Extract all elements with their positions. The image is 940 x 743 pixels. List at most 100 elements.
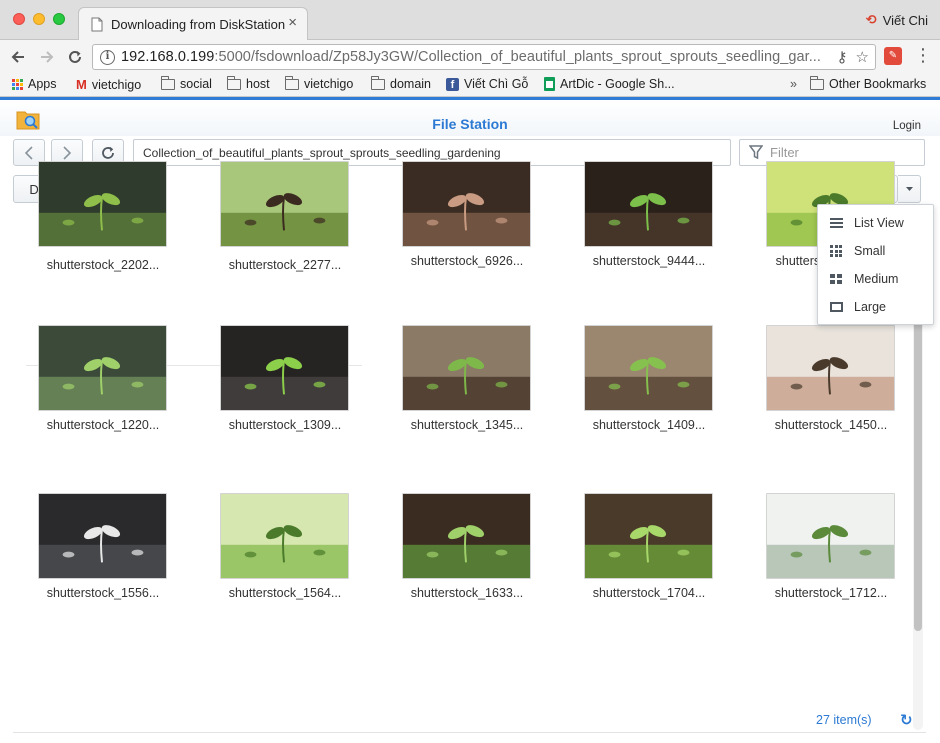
menu-item-list-view[interactable]: List View (818, 209, 933, 237)
file-thumbnail[interactable] (766, 325, 895, 411)
file-thumbnail[interactable] (766, 493, 895, 579)
bookmark-other[interactable]: Other Bookmarks (810, 75, 926, 91)
folder-icon (227, 75, 241, 90)
file-name: shutterstock_9444... (592, 254, 706, 268)
sheets-icon (544, 77, 555, 91)
file-item[interactable]: shutterstock_1712... (746, 493, 906, 623)
facebook-icon: f (446, 77, 459, 91)
file-thumbnail[interactable] (584, 493, 713, 579)
bookmarks-bar: Apps M vietchigo social host vietchigo d… (0, 73, 940, 97)
forward-icon[interactable] (36, 46, 58, 68)
close-tab-icon[interactable]: × (288, 15, 297, 30)
file-item[interactable]: shutterstock_1450... (746, 325, 906, 455)
medium-icons-icon (830, 274, 842, 284)
item-count: 27 item(s) (816, 713, 872, 727)
apps-icon (12, 78, 23, 90)
folder-icon (285, 75, 299, 90)
file-name: shutterstock_1704... (592, 586, 706, 600)
minimize-window-button[interactable] (33, 13, 45, 25)
file-name: shutterstock_1220... (46, 418, 160, 432)
file-item[interactable]: shutterstock_2277... (200, 161, 360, 291)
file-name: shutterstock_2202... (46, 258, 160, 272)
file-item[interactable]: shutterstock_1409... (564, 325, 724, 455)
address-bar[interactable]: i 192.168.0.199:5000/fsdownload/Zp58Jy3G… (92, 44, 876, 70)
reload-icon[interactable] (64, 46, 86, 68)
file-item[interactable]: shutterstock_1704... (564, 493, 724, 623)
file-name: shutterstock_1450... (774, 418, 888, 432)
file-thumbnail[interactable] (38, 493, 167, 579)
file-thumbnail[interactable] (402, 161, 531, 247)
bookmark-star-icon[interactable]: ☆ (856, 48, 869, 66)
file-item[interactable]: shutterstock_2202... (18, 161, 178, 291)
scrollbar-thumb[interactable] (914, 321, 922, 631)
bookmark-facebook[interactable]: f Viết Chì Gỗ (446, 77, 528, 91)
file-name: shutterstock_1564... (228, 586, 342, 600)
status-divider (13, 732, 926, 733)
status-refresh-icon[interactable]: ↻ (900, 711, 913, 729)
tab-title: Downloading from DiskStation (111, 17, 286, 32)
tab-bar: Downloading from DiskStation × ⟲ Viết Ch… (0, 0, 940, 41)
view-mode-menu: List View Small Medium Large (817, 204, 934, 325)
site-info-icon[interactable]: i (100, 50, 115, 65)
close-window-button[interactable] (13, 13, 25, 25)
file-name: shutterstock_6926... (410, 254, 524, 268)
file-thumbnail[interactable] (402, 325, 531, 411)
file-item[interactable]: shutterstock_6926... (382, 161, 542, 291)
browser-toolbar: i 192.168.0.199:5000/fsdownload/Zp58Jy3G… (0, 40, 940, 73)
bookmark-folder-host[interactable]: host (227, 75, 270, 91)
file-name: shutterstock_1409... (592, 418, 706, 432)
browser-menu-icon[interactable]: ⋮ (914, 46, 932, 64)
file-thumbnail[interactable] (38, 161, 167, 247)
browser-tab[interactable]: Downloading from DiskStation × (78, 7, 308, 41)
profile-icon: ⟲ (865, 12, 877, 27)
bookmark-folder-domain[interactable]: domain (371, 75, 431, 91)
file-thumbnail[interactable] (402, 493, 531, 579)
file-item[interactable]: shutterstock_1564... (200, 493, 360, 623)
browser-window: Downloading from DiskStation × ⟲ Viết Ch… (0, 0, 940, 743)
file-thumbnail[interactable] (220, 161, 349, 247)
bookmark-apps[interactable]: Apps (12, 77, 57, 91)
file-item[interactable]: shutterstock_9444... (564, 161, 724, 291)
back-icon[interactable] (7, 46, 29, 68)
file-item[interactable]: shutterstock_1345... (382, 325, 542, 455)
file-thumbnail[interactable] (38, 325, 167, 411)
file-item[interactable]: shutterstock_1633... (382, 493, 542, 623)
file-name: shutterstock_1712... (774, 586, 888, 600)
file-station-app: File Station Login Collection_of_beautif… (0, 97, 940, 743)
list-view-icon (829, 218, 843, 228)
menu-item-small[interactable]: Small (818, 237, 933, 265)
file-name: shutterstock_1309... (228, 418, 342, 432)
file-grid: shutterstock_2202... shutterstock_2277...… (0, 100, 940, 743)
menu-item-large[interactable]: Large (818, 293, 933, 321)
profile-button[interactable]: ⟲ Viết Chi (866, 12, 928, 28)
folder-icon (161, 75, 175, 90)
file-name: shutterstock_1345... (410, 418, 524, 432)
gmail-icon: M (76, 77, 87, 92)
extension-icon[interactable]: ✎ (884, 47, 902, 65)
file-item[interactable]: shutterstock_1309... (200, 325, 360, 455)
file-thumbnail[interactable] (584, 161, 713, 247)
profile-name: Viết Chi (882, 12, 928, 28)
large-icons-icon (829, 302, 843, 312)
small-icons-icon (830, 245, 842, 257)
bookmark-folder-social[interactable]: social (161, 75, 212, 91)
file-name: shutterstock_1556... (46, 586, 160, 600)
menu-item-medium[interactable]: Medium (818, 265, 933, 293)
file-thumbnail[interactable] (220, 493, 349, 579)
bookmark-gmail[interactable]: M vietchigo (76, 77, 141, 92)
folder-icon (371, 75, 385, 90)
folder-icon (810, 75, 824, 90)
page-icon (91, 17, 103, 32)
maximize-window-button[interactable] (53, 13, 65, 25)
key-icon[interactable]: ⚷ (837, 48, 848, 66)
file-item[interactable]: shutterstock_1220... (18, 325, 178, 455)
file-name: shutterstock_2277... (228, 258, 342, 272)
file-thumbnail[interactable] (584, 325, 713, 411)
url-path: :5000/fsdownload/Zp58Jy3GW/Collection_of… (214, 49, 821, 65)
bookmark-folder-vietchigo[interactable]: vietchigo (285, 75, 353, 91)
file-thumbnail[interactable] (220, 325, 349, 411)
bookmark-artdic[interactable]: ArtDic - Google Sh... (544, 77, 675, 91)
file-item[interactable]: shutterstock_1556... (18, 493, 178, 623)
url-text: 192.168.0.199:5000/fsdownload/Zp58Jy3GW/… (121, 49, 821, 65)
bookmarks-overflow[interactable]: » (790, 77, 797, 91)
